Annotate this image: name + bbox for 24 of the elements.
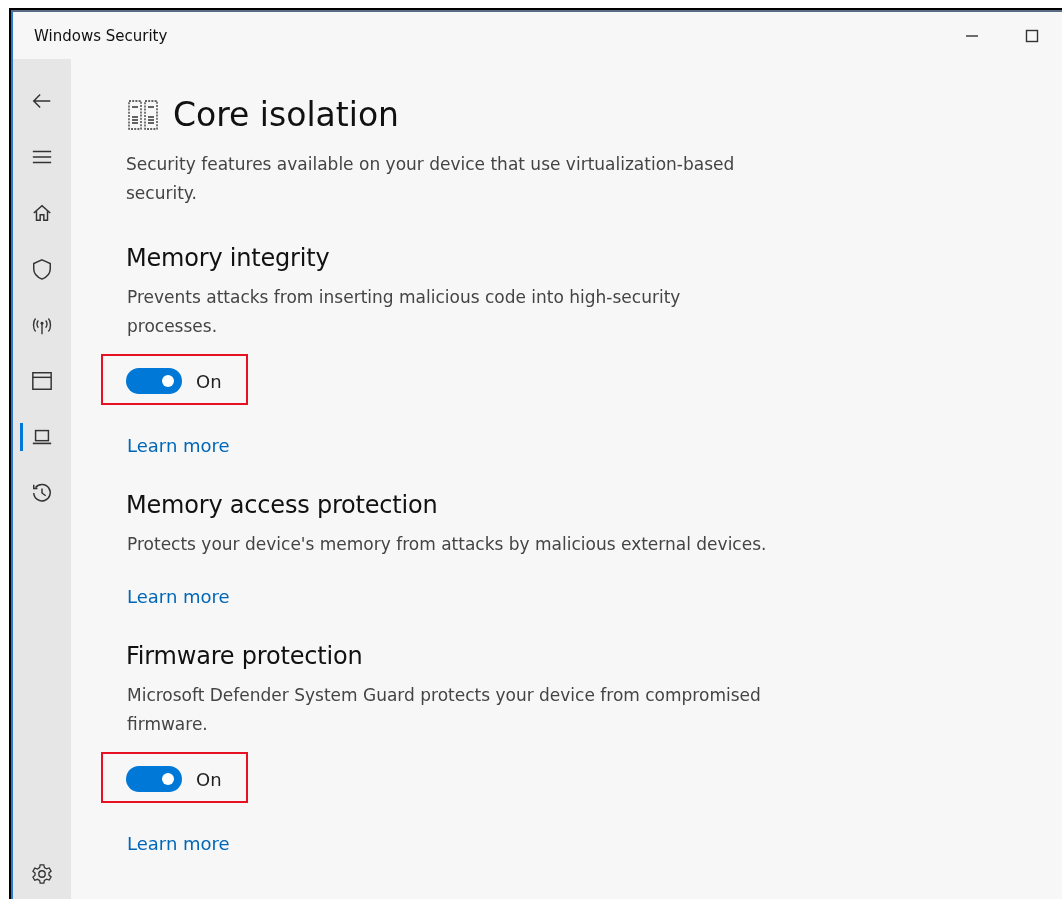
section-description: Microsoft Defender System Guard protects your device from compromised firmware. <box>127 684 762 736</box>
page-title: Core isolation <box>173 94 400 136</box>
section-heading: Memory access protection <box>126 490 439 520</box>
learn-more-link[interactable]: Learn more <box>127 833 230 854</box>
core-isolation-icon <box>127 99 159 131</box>
section-description: Protects your device's memory from attacks by malicious external devices. <box>127 533 768 556</box>
toggle-switch[interactable] <box>126 368 182 394</box>
learn-more-link[interactable]: Learn more <box>127 586 230 607</box>
window-icon <box>31 370 53 392</box>
section-description: Prevents attacks from inserting malicious code into high-security processes. <box>127 286 682 338</box>
toggle-switch[interactable] <box>126 766 182 792</box>
learn-more-link[interactable]: Learn more <box>127 435 230 456</box>
toggle-label: On <box>196 370 222 392</box>
toggle-label: On <box>196 768 222 790</box>
settings-icon <box>31 863 53 885</box>
home-icon <box>31 202 53 224</box>
shield-icon <box>31 258 53 280</box>
page-description: Security features available on your device that use virtualization-based security. <box>126 153 736 205</box>
minimize-icon <box>966 34 978 37</box>
window-title: Windows Security <box>34 26 169 45</box>
history-icon <box>31 482 53 504</box>
maximize-icon <box>1025 28 1039 43</box>
section-heading: Memory integrity <box>126 243 331 273</box>
section-heading: Firmware protection <box>126 641 364 671</box>
